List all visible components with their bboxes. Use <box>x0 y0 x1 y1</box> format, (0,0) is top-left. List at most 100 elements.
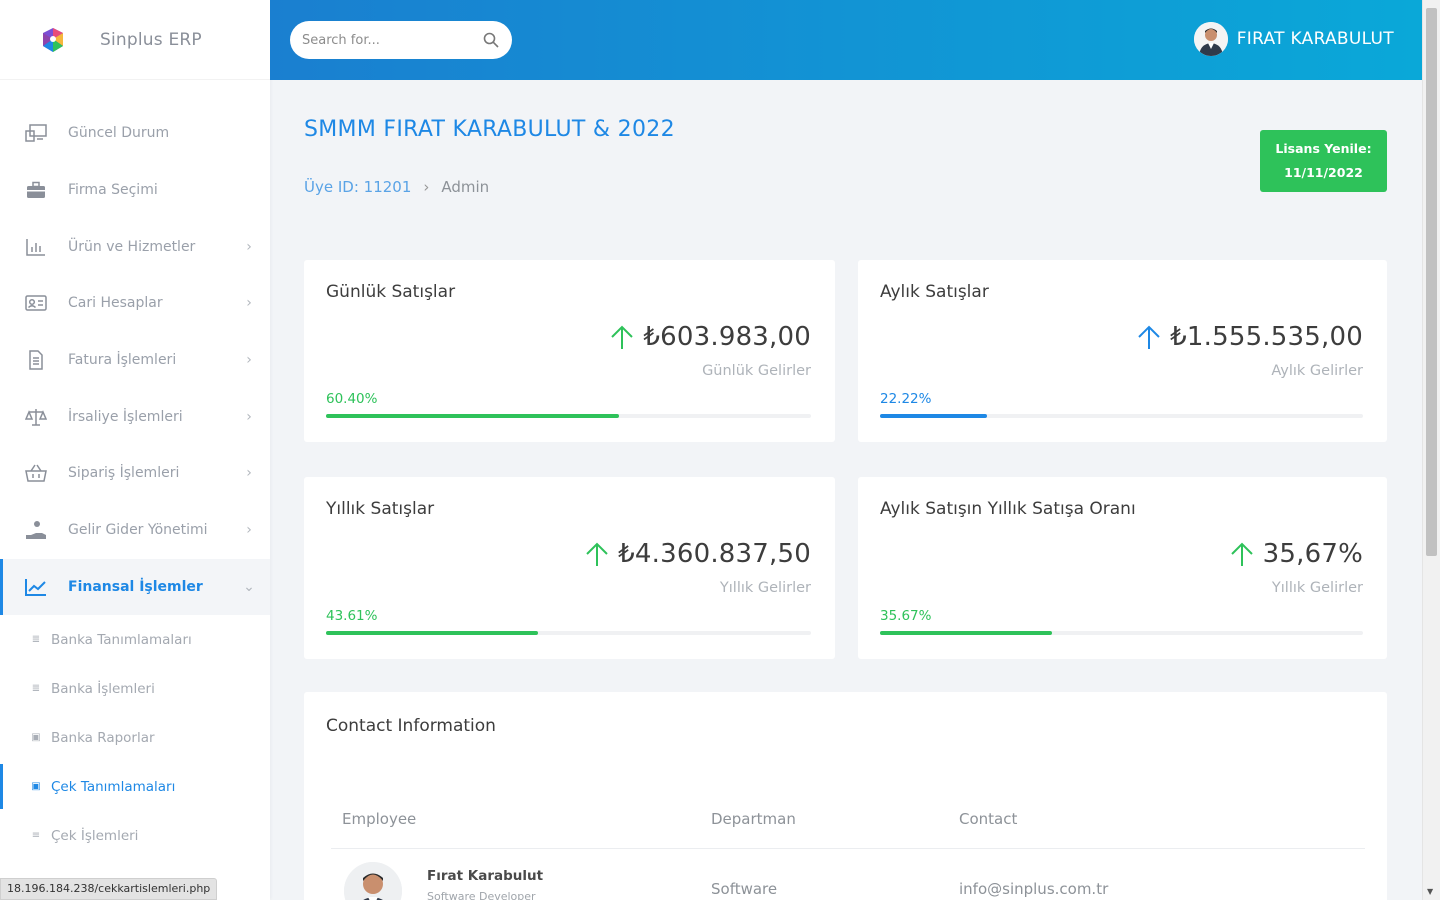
chevron-down-icon: ⌄ <box>243 578 255 595</box>
arrow-up-icon <box>1229 540 1255 568</box>
card-subtitle: Günlük Gelirler <box>702 363 811 379</box>
hand-coins-icon <box>22 519 50 541</box>
chevron-right-icon: › <box>423 178 430 196</box>
sidebar-item-label: Güncel Durum <box>68 125 170 142</box>
progress-fill <box>326 631 538 635</box>
stat-card-daily-sales: Günlük Satışlar ₺603.983,00 Günlük Gelir… <box>304 260 835 442</box>
stat-card-monthly-sales: Aylık Satışlar ₺1.555.535,00 Aylık Gelir… <box>858 260 1387 442</box>
card-percent: 60.40% <box>326 391 378 407</box>
progress-fill <box>880 631 1053 635</box>
sidebar-item-guncel-durum[interactable]: Güncel Durum <box>0 105 270 162</box>
sidebar-subitem-label: Banka Tanımlamaları <box>51 631 192 648</box>
column-header-contact: Contact <box>959 810 1018 828</box>
sidebar-subitem-cek-tanimlamalari[interactable]: ▣ Çek Tanımlamaları <box>0 762 270 811</box>
monitor-icon <box>22 122 50 144</box>
sidebar-item-label: Sipariş İşlemleri <box>68 465 180 482</box>
sidebar-subitem-banka-islemleri[interactable]: ≣ Banka İşlemleri <box>0 664 270 713</box>
card-value: ₺1.555.535,00 <box>1170 322 1363 352</box>
sidebar-subitem-banka-raporlar[interactable]: ▣ Banka Raporlar <box>0 713 270 762</box>
column-header-employee: Employee <box>342 810 417 828</box>
employee-email[interactable]: info@sinplus.com.tr <box>959 880 1108 898</box>
progress-track <box>880 414 1363 418</box>
card-value: ₺603.983,00 <box>643 322 811 352</box>
progress-track <box>880 631 1363 635</box>
sidebar-subitem-label: Çek Tanımlamaları <box>51 778 176 795</box>
header-divider <box>331 848 1365 849</box>
briefcase-icon <box>22 179 50 201</box>
sidebar-item-label: Finansal İşlemler <box>68 578 203 595</box>
search-icon[interactable] <box>482 31 500 49</box>
sidebar-item-label: Firma Seçimi <box>68 182 158 199</box>
sidebar-subitem-label: Banka İşlemleri <box>51 680 155 697</box>
id-card-icon <box>22 292 50 314</box>
list-icon: ≣ <box>31 683 41 695</box>
breadcrumb-current: Admin <box>441 178 490 196</box>
card-title: Aylık Satışın Yıllık Satışa Oranı <box>880 499 1136 519</box>
sidebar-item-irsaliye-islemleri[interactable]: İrsaliye İşlemleri › <box>0 388 270 445</box>
list-icon: ≡ <box>31 830 41 842</box>
sidebar-item-cari-hesaplar[interactable]: Cari Hesaplar › <box>0 275 270 332</box>
chevron-right-icon: › <box>246 295 252 312</box>
user-name: FIRAT KARABULUT <box>1236 29 1394 49</box>
card-percent: 22.22% <box>880 391 932 407</box>
brand[interactable]: Sinplus ERP <box>0 0 270 80</box>
sidebar-item-urun-ve-hizmetler[interactable]: Ürün ve Hizmetler › <box>0 218 270 275</box>
sidebar-subitem-label: Banka Raporlar <box>51 729 155 746</box>
arrow-up-icon <box>609 323 635 351</box>
app-name: Sinplus ERP <box>100 29 202 50</box>
license-date: 11/11/2022 <box>1284 165 1363 180</box>
sidebar-item-siparis-islemleri[interactable]: Sipariş İşlemleri › <box>0 445 270 502</box>
column-header-department: Departman <box>711 810 796 828</box>
card-subtitle: Yıllık Gelirler <box>1271 580 1363 596</box>
sidebar-item-gelir-gider-yonetimi[interactable]: Gelir Gider Yönetimi › <box>0 502 270 559</box>
edit-icon: ▣ <box>31 781 41 793</box>
contact-information-panel: Contact Information Employee Departman C… <box>304 692 1387 900</box>
chevron-right-icon: › <box>246 352 252 369</box>
sidebar-item-label: Cari Hesaplar <box>68 295 163 312</box>
report-icon: ▣ <box>31 732 41 744</box>
card-percent: 35.67% <box>880 608 932 624</box>
browser-status-bar: 18.196.184.238/cekkartislemleri.php <box>0 878 218 900</box>
user-avatar <box>1193 22 1228 56</box>
main-content: SMMM FIRAT KARABULUT & 2022 Üye ID: 1120… <box>270 80 1422 900</box>
sidebar: Sinplus ERP Güncel Durum Firma Seçimi Ür… <box>0 0 270 900</box>
sidebar-item-label: Ürün ve Hizmetler <box>68 238 196 255</box>
sidebar-subitem-cek-islemleri[interactable]: ≡ Çek İşlemleri <box>0 811 270 860</box>
scroll-down-icon[interactable]: ▼ <box>1427 887 1433 896</box>
stat-card-monthly-to-yearly-ratio: Aylık Satışın Yıllık Satışa Oranı 35,67%… <box>858 477 1387 659</box>
card-title: Aylık Satışlar <box>880 282 989 302</box>
progress-track <box>326 631 811 635</box>
sidebar-nav: Güncel Durum Firma Seçimi Ürün ve Hizmet… <box>0 105 270 860</box>
search-box[interactable] <box>290 21 512 59</box>
user-menu[interactable]: FIRAT KARABULUT <box>1193 22 1394 56</box>
app-logo-icon <box>38 25 68 55</box>
breadcrumb: Üye ID: 11201 › Admin <box>304 178 489 196</box>
sidebar-subitem-banka-tanimlamalari[interactable]: ≣ Banka Tanımlamaları <box>0 615 270 664</box>
scale-icon <box>22 406 50 428</box>
sidebar-subitem-label: Çek İşlemleri <box>51 827 139 844</box>
chevron-right-icon: › <box>246 465 252 482</box>
arrow-up-icon <box>584 540 610 568</box>
basket-icon <box>22 462 50 484</box>
list-icon: ≣ <box>31 634 41 646</box>
license-renew-button[interactable]: Lisans Yenile: 11/11/2022 <box>1260 130 1387 192</box>
panel-title: Contact Information <box>326 716 496 736</box>
page-title: SMMM FIRAT KARABULUT & 2022 <box>304 117 675 142</box>
vertical-scrollbar[interactable]: ▼ <box>1422 0 1440 900</box>
card-title: Yıllık Satışlar <box>326 499 435 519</box>
scrollbar-thumb[interactable] <box>1426 8 1437 556</box>
search-input[interactable] <box>302 32 482 48</box>
sidebar-item-finansal-islemler[interactable]: Finansal İşlemler ⌄ <box>0 558 270 616</box>
sidebar-item-fatura-islemleri[interactable]: Fatura İşlemleri › <box>0 332 270 389</box>
license-label: Lisans Yenile: <box>1275 141 1372 156</box>
sidebar-item-label: Gelir Gider Yönetimi <box>68 522 208 539</box>
progress-fill <box>880 414 988 418</box>
sidebar-item-firma-secimi[interactable]: Firma Seçimi <box>0 162 270 219</box>
card-value: 35,67% <box>1262 539 1363 569</box>
employee-role: Software Developer <box>427 890 536 900</box>
chevron-right-icon: › <box>246 408 252 425</box>
progress-track <box>326 414 811 418</box>
breadcrumb-member-link[interactable]: Üye ID: 11201 <box>304 178 411 196</box>
card-title: Günlük Satışlar <box>326 282 456 302</box>
chevron-right-icon: › <box>246 522 252 539</box>
